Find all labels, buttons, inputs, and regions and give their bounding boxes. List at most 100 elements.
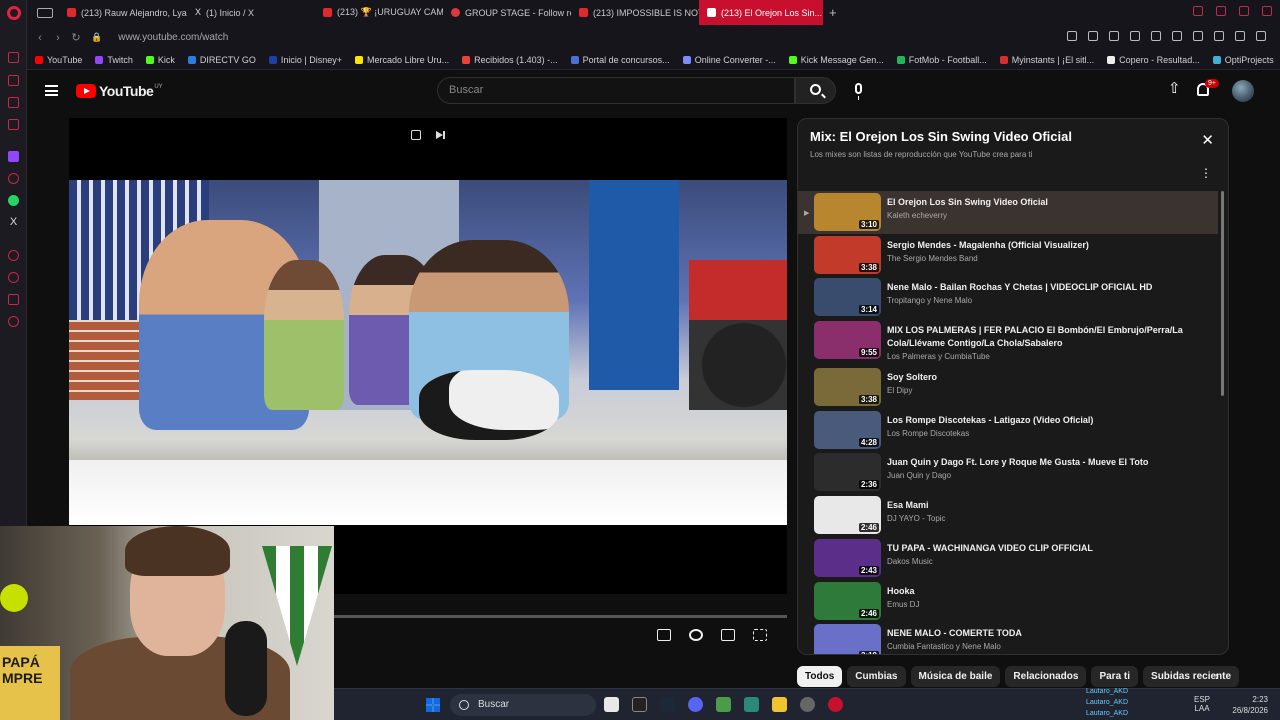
bookmark-item[interactable]: Myinstants | ¡El sitl... bbox=[999, 55, 1094, 65]
channel-name[interactable]: Juan Quin y Dago bbox=[887, 471, 1187, 480]
reload-icon[interactable]: ↻ bbox=[67, 31, 85, 44]
tab-3[interactable]: GROUP STAGE - Follow re... bbox=[443, 0, 571, 25]
playlist-row[interactable]: 3:14 Nene Malo - Bailan Rochas Y Chetas |… bbox=[798, 276, 1218, 319]
upload-icon[interactable]: ⇧ bbox=[1168, 81, 1181, 97]
bookmark-item[interactable]: OptiProjects bbox=[1212, 55, 1274, 65]
video-thumbnail[interactable]: 2:36 bbox=[814, 453, 881, 492]
playlist-row[interactable]: 2:46 Esa Mami DJ YAYO - Topic bbox=[798, 494, 1218, 537]
aria-icon[interactable] bbox=[8, 52, 19, 63]
minecraft-icon[interactable] bbox=[716, 697, 731, 712]
video-title[interactable]: El Orejon Los Sin Swing Video Oficial bbox=[887, 196, 1187, 209]
filter-chip[interactable]: Cumbias bbox=[847, 665, 906, 687]
scrollbar[interactable] bbox=[1221, 191, 1224, 396]
channel-name[interactable]: Los Palmeras y CumbiaTube bbox=[887, 352, 1187, 361]
close-icon[interactable]: ✕ bbox=[1201, 133, 1214, 148]
search-button[interactable] bbox=[795, 77, 836, 104]
url-field[interactable]: www.youtube.com/watch bbox=[118, 32, 228, 43]
bookmark-icon[interactable] bbox=[1067, 31, 1077, 41]
filter-chip[interactable]: Relacionados bbox=[1005, 665, 1087, 687]
avatar[interactable] bbox=[1232, 80, 1254, 102]
tab-5-active[interactable]: (213) El Orejon Los Sin... bbox=[699, 0, 823, 25]
video-title[interactable]: Hooka bbox=[887, 585, 1187, 598]
tab-list-icon[interactable] bbox=[37, 7, 53, 18]
playlist-row[interactable]: 4:28 Los Rompe Discotekas - Latigazo (Vid… bbox=[798, 409, 1218, 452]
folder-icon[interactable] bbox=[772, 697, 787, 712]
channel-name[interactable]: Los Rompe Discotekas bbox=[887, 429, 1187, 438]
wallet-icon[interactable] bbox=[1193, 31, 1203, 41]
music-icon[interactable] bbox=[8, 119, 19, 130]
bookmark-item[interactable]: Twitch bbox=[95, 55, 133, 65]
menu-icon[interactable] bbox=[1256, 31, 1266, 41]
video-thumbnail[interactable]: 2:46 bbox=[814, 496, 881, 535]
obs-icon[interactable] bbox=[800, 697, 815, 712]
messenger-icon[interactable] bbox=[8, 97, 19, 108]
video-thumbnail[interactable]: 9:55 bbox=[814, 321, 881, 360]
video-title[interactable]: Soy Soltero bbox=[887, 371, 1187, 384]
taskbar-search[interactable]: Buscar bbox=[450, 694, 596, 716]
video-title[interactable]: Nene Malo - Bailan Rochas Y Chetas | VID… bbox=[887, 281, 1187, 294]
bag-icon[interactable] bbox=[8, 75, 19, 86]
language-indicator[interactable]: ESP LAA bbox=[1194, 695, 1210, 713]
playlist-row[interactable]: 2:46 Hooka Emus DJ bbox=[798, 580, 1218, 623]
channel-name[interactable]: Emus DJ bbox=[887, 600, 1187, 609]
shield-icon[interactable] bbox=[1109, 31, 1119, 41]
twitch-icon[interactable] bbox=[8, 151, 19, 162]
maximize-icon[interactable] bbox=[1239, 6, 1249, 16]
video-title[interactable]: Los Rompe Discotekas - Latigazo (Video O… bbox=[887, 414, 1187, 427]
video-thumbnail[interactable]: 3:38 bbox=[814, 368, 881, 407]
video-title[interactable]: Esa Mami bbox=[887, 499, 1187, 512]
video-title[interactable]: MIX LOS PALMERAS | FER PALACIO El Bombón… bbox=[887, 324, 1187, 350]
menu-icon[interactable] bbox=[45, 85, 58, 96]
minimize-icon[interactable] bbox=[1216, 6, 1226, 16]
percent-icon[interactable] bbox=[8, 173, 19, 184]
video-title[interactable]: NENE MALO - COMERTE TODA bbox=[887, 627, 1187, 640]
tab-1[interactable]: X (1) Inicio / X bbox=[187, 0, 315, 25]
bookmark-item[interactable]: Kick Message Gen... bbox=[788, 55, 884, 65]
ai-icon[interactable] bbox=[1235, 31, 1245, 41]
bookmark-item[interactable]: YouTube bbox=[35, 55, 82, 65]
playlist-row[interactable]: 3:38 Soy Soltero El Dipy bbox=[798, 366, 1218, 409]
subtitles-icon[interactable] bbox=[657, 629, 671, 641]
search-input[interactable]: Buscar bbox=[437, 77, 795, 104]
search-tabs-icon[interactable] bbox=[1193, 6, 1203, 16]
bookmark-item[interactable]: Portal de concursos... bbox=[570, 55, 670, 65]
history-icon[interactable] bbox=[8, 272, 19, 283]
video-thumbnail[interactable]: 2:46 bbox=[814, 581, 881, 620]
extensions-icon[interactable] bbox=[1172, 31, 1182, 41]
video-title[interactable]: Sergio Mendes - Magalenha (Official Visu… bbox=[887, 239, 1187, 252]
microphone-icon[interactable] bbox=[855, 83, 862, 100]
playlist-row[interactable]: 3:19 NENE MALO - COMERTE TODA Cumbia Fanta… bbox=[798, 622, 1218, 654]
video-title[interactable]: Juan Quin y Dago Ft. Lore y Roque Me Gus… bbox=[887, 456, 1187, 469]
channel-name[interactable]: Dakos Music bbox=[887, 557, 1187, 566]
forward-icon[interactable]: › bbox=[49, 32, 67, 44]
x-icon[interactable]: X bbox=[8, 217, 19, 228]
next-video-icon[interactable] bbox=[436, 131, 445, 139]
discord-icon[interactable] bbox=[688, 697, 703, 712]
filter-chip[interactable]: Todos bbox=[797, 665, 843, 687]
new-tab-button[interactable]: + bbox=[823, 5, 843, 20]
bookmark-item[interactable]: DIRECTV GO bbox=[187, 55, 256, 65]
bookmark-item[interactable]: Recibidos (1.403) -... bbox=[462, 55, 558, 65]
windows-start-icon[interactable] bbox=[426, 698, 440, 712]
playlist-row[interactable]: ▶ 3:10 El Orejon Los Sin Swing Video Ofici… bbox=[798, 191, 1218, 234]
fullscreen-icon[interactable] bbox=[753, 629, 767, 641]
settings-icon[interactable] bbox=[8, 316, 19, 327]
channel-name[interactable]: DJ YAYO - Topic bbox=[887, 514, 1187, 523]
tab-0[interactable]: (213) Rauw Alejandro, Lyan... bbox=[59, 0, 187, 25]
more-options-icon[interactable]: ⋮ bbox=[1200, 167, 1212, 179]
file-icon[interactable] bbox=[604, 697, 619, 712]
video-thumbnail[interactable]: 4:28 bbox=[814, 410, 881, 449]
extensions-icon[interactable] bbox=[8, 294, 19, 305]
playlist-row[interactable]: 9:55 MIX LOS PALMERAS | FER PALACIO El Bo… bbox=[798, 319, 1218, 366]
filter-chip[interactable]: Subidas reciente bbox=[1143, 665, 1240, 687]
filter-chip[interactable]: Música de baile bbox=[910, 665, 1001, 687]
bookmark-item[interactable]: Copero - Resultad... bbox=[1107, 55, 1200, 65]
bookmark-item[interactable]: Mercado Libre Uru... bbox=[355, 55, 449, 65]
chevron-right-icon[interactable]: › bbox=[1215, 669, 1219, 683]
opera-logo-icon[interactable] bbox=[7, 6, 21, 20]
playlist-row[interactable]: 2:43 TU PAPA - WACHINANGA VIDEO CLIP OFFI… bbox=[798, 537, 1218, 580]
video-thumbnail[interactable]: 3:38 bbox=[814, 235, 881, 274]
video-thumbnail[interactable]: 3:19 bbox=[814, 624, 881, 654]
opera-icon[interactable] bbox=[828, 697, 843, 712]
epic-games-icon[interactable] bbox=[632, 697, 647, 712]
